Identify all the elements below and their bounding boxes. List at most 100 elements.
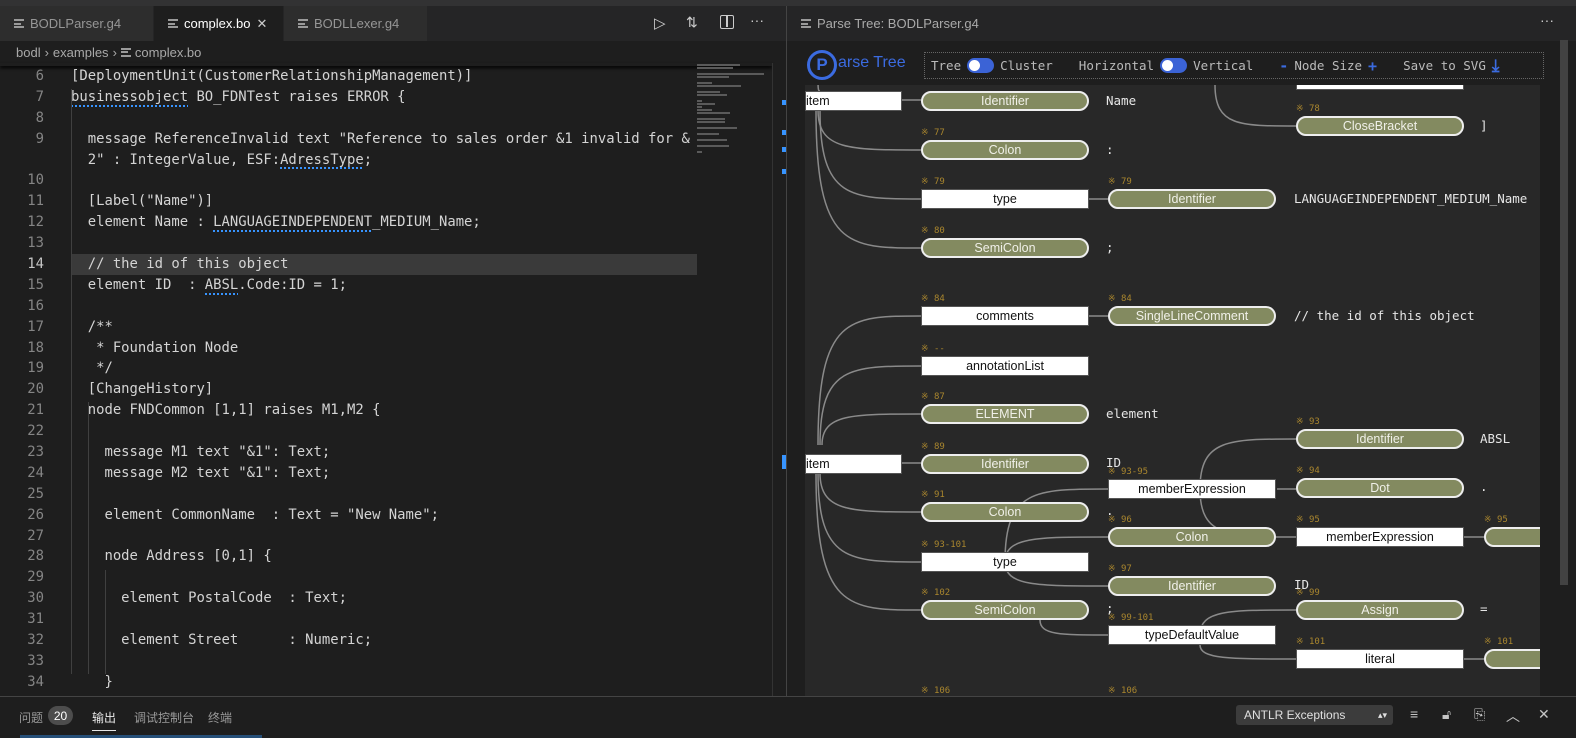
token-node[interactable]: Dot [1296,478,1464,498]
rule-node[interactable]: item [805,91,902,111]
decrease-node-size-button[interactable]: - [1279,57,1288,75]
tab-problems[interactable]: 问题 [19,709,43,726]
code-line[interactable]: 12 element Name : LANGUAGEINDEPENDENT_ME… [0,212,697,233]
breadcrumb-examples[interactable]: examples [53,45,109,60]
tab-parse-tree[interactable]: Parse Tree: BODLParser.g4 [787,6,994,41]
token-node[interactable]: Identifier [1108,576,1276,596]
code-editor[interactable]: 6 [DeploymentUnit(CustomerRelationshipMan… [0,66,697,696]
code-text[interactable]: * Foundation Node [71,338,697,359]
code-line[interactable]: 14 // the id of this object [0,254,697,275]
rule-node[interactable]: memberExpression [1108,479,1276,499]
code-text[interactable]: element Name : LANGUAGEINDEPENDENT_MEDIU… [71,212,697,233]
code-line[interactable]: 34 } [0,672,697,693]
rule-node[interactable]: comments [921,306,1089,326]
rule-node[interactable]: memberExpression [1296,527,1464,547]
code-line[interactable]: 8 [0,108,697,129]
breadcrumb-bodl[interactable]: bodl [16,45,41,60]
code-line[interactable]: 22 [0,421,697,442]
output-channel-select[interactable]: ANTLR Exceptions ▴▾ [1236,705,1393,725]
code-line[interactable]: 13 [0,233,697,254]
rule-node[interactable]: type [921,189,1089,209]
code-text[interactable]: */ [71,358,697,379]
code-text[interactable]: /** [71,317,697,338]
breadcrumb-file[interactable]: complex.bo [135,45,201,60]
code-line[interactable]: 24 message M2 text "&1": Text; [0,463,697,484]
code-line[interactable]: 2" : IntegerValue, ESF:AdressType; [0,150,697,171]
code-text[interactable]: [Label("Name")] [71,191,697,212]
maximize-panel-icon[interactable]: ︿ [1506,706,1520,726]
code-line[interactable]: 11 [Label("Name")] [0,191,697,212]
code-text[interactable]: [ChangeHistory] [71,379,697,400]
code-line[interactable]: 26 element CommonName : Text = "New Name… [0,505,697,526]
code-text[interactable]: } [71,672,697,693]
code-text[interactable]: element ID : ABSL.Code:ID = 1; [71,275,697,296]
tree-cluster-toggle[interactable] [967,58,995,73]
code-text[interactable]: element PostalCode : Text; [71,588,697,609]
code-text[interactable]: element CommonName : Text = "New Name"; [71,505,697,526]
code-line[interactable]: 17 /** [0,317,697,338]
rule-node[interactable]: annotationList [921,356,1089,376]
rule-node[interactable]: item [805,454,902,474]
token-node[interactable]: SemiColon [921,600,1089,620]
tab-bodllexer[interactable]: BODLLexer.g4 [284,6,428,41]
code-text[interactable]: message M1 text "&1": Text; [71,442,697,463]
parse-tree-canvas[interactable]: item Identifier CloseBracket ※ 78 Colon ※ 77 t… [805,85,1540,696]
token-node[interactable]: Colon [1108,527,1276,547]
token-node[interactable]: De [1484,649,1540,669]
code-text[interactable]: 2" : IntegerValue, ESF:AdressType; [71,150,697,171]
close-icon[interactable]: ✕ [256,16,267,32]
token-node[interactable]: Assign [1296,600,1464,620]
parse-tree-scrollbar[interactable] [1560,40,1568,585]
compare-changes-icon[interactable]: ⇅ [686,14,698,31]
code-text[interactable]: // the id of this object [71,254,697,275]
open-log-icon[interactable]: ⎘ [1474,706,1485,723]
token-node[interactable]: ELEMENT [921,404,1089,424]
editor-scrollbar[interactable] [772,63,786,696]
code-text[interactable]: message ReferenceInvalid text "Reference… [71,129,697,150]
rule-node[interactable]: literal [1296,649,1464,669]
code-line[interactable]: 16 [0,296,697,317]
token-node[interactable]: Identifier [921,454,1089,474]
clear-output-icon[interactable]: ≡ [1410,706,1418,722]
token-node[interactable]: CloseBracket [1296,116,1464,136]
code-text[interactable]: element Street : Numeric; [71,630,697,651]
run-icon[interactable]: ▷ [654,14,666,32]
code-line[interactable]: 6 [DeploymentUnit(CustomerRelationshipMan… [0,66,697,87]
tab-debug-console[interactable]: 调试控制台 [134,709,194,726]
token-node[interactable]: Colon [921,140,1089,160]
lock-icon[interactable]: 🔓︎ [1442,706,1451,723]
rule-node[interactable] [1296,85,1464,90]
minimap[interactable] [697,63,772,183]
code-text[interactable]: node FNDCommon [1,1] raises M1,M2 { [71,400,697,421]
close-panel-icon[interactable]: ✕ [1538,706,1550,723]
token-node[interactable]: SingleLineComment [1108,306,1276,326]
editor-group-divider[interactable] [786,6,787,696]
code-line[interactable]: 25 [0,484,697,505]
code-line[interactable]: 19 */ [0,358,697,379]
rule-node[interactable]: type [921,552,1089,572]
code-line[interactable]: 15 element ID : ABSL.Code:ID = 1; [0,275,697,296]
code-line[interactable]: 10 [0,170,697,191]
token-node[interactable]: Colon [921,502,1089,522]
token-node[interactable]: Identifier [921,91,1089,111]
more-actions-icon[interactable]: ··· [750,12,764,28]
code-line[interactable]: 18 * Foundation Node [0,338,697,359]
save-svg-button[interactable]: Save to SVG [1403,58,1486,73]
tab-terminal[interactable]: 终端 [208,709,232,726]
token-node[interactable]: Identifier [1296,429,1464,449]
code-line[interactable]: 23 message M1 text "&1": Text; [0,442,697,463]
increase-node-size-button[interactable]: + [1368,57,1377,75]
code-line[interactable]: 21 node FNDCommon [1,1] raises M1,M2 { [0,400,697,421]
download-icon[interactable]: ⤓ [1492,56,1500,76]
code-line[interactable]: 28 node Address [0,1] { [0,546,697,567]
token-node[interactable]: Identifier [1108,189,1276,209]
token-node[interactable]: SemiColon [921,238,1089,258]
code-line[interactable]: 20 [ChangeHistory] [0,379,697,400]
tab-bodlparser[interactable]: BODLParser.g4 [0,6,154,41]
rule-node[interactable]: typeDefaultValue [1108,625,1276,645]
code-line[interactable]: 7 businessobject BO_FDNTest raises ERROR … [0,87,697,108]
code-line[interactable]: 27 [0,526,697,547]
code-text[interactable]: [DeploymentUnit(CustomerRelationshipMana… [71,66,697,87]
code-line[interactable]: 9 message ReferenceInvalid text "Referen… [0,129,697,150]
split-editor-icon[interactable] [720,15,734,29]
